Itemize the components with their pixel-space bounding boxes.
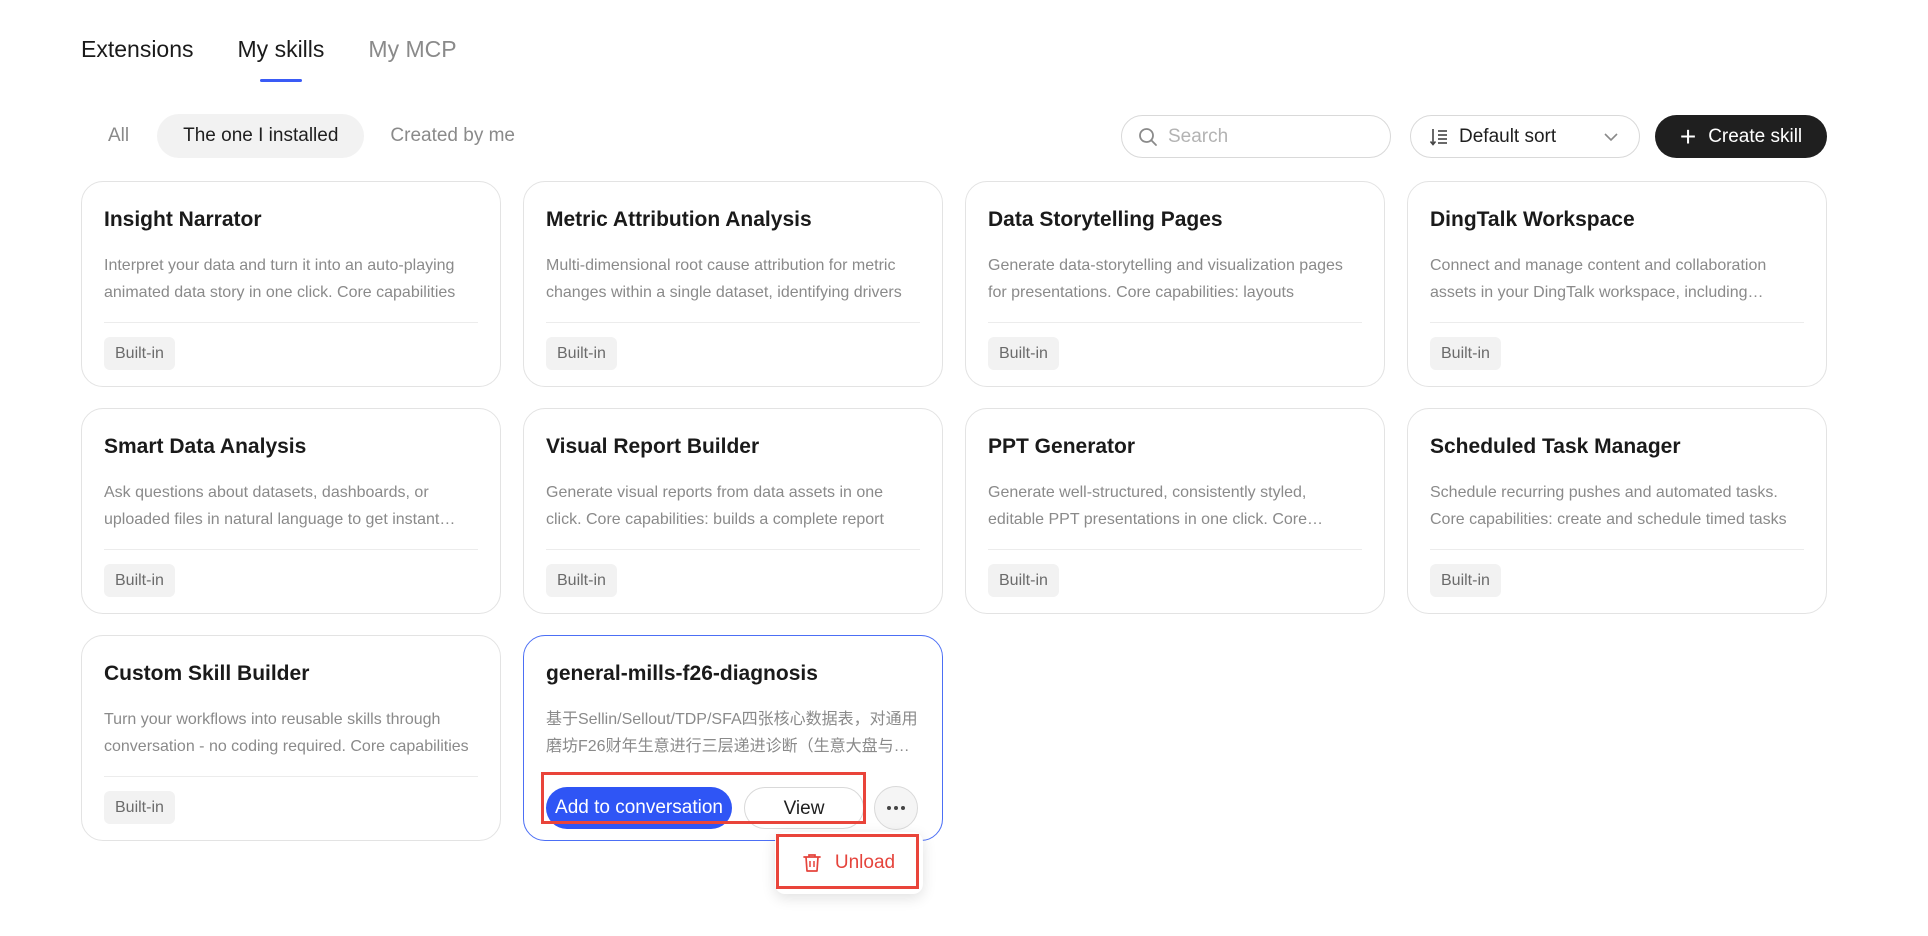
trash-icon: [803, 854, 821, 872]
built-in-badge: Built-in: [1430, 337, 1501, 370]
skill-name: Custom Skill Builder: [104, 662, 310, 685]
add-to-conversation-button[interactable]: Add to conversation: [546, 787, 732, 829]
skill-card[interactable]: Smart Data Analysis Ask questions about …: [81, 408, 501, 614]
skill-card[interactable]: Data Storytelling Pages Generate data-st…: [965, 181, 1385, 387]
card-divider: [104, 549, 478, 550]
filter-all[interactable]: All: [81, 114, 157, 158]
skill-description: Multi-dimensional root cause attribution…: [546, 257, 902, 301]
tab-my-mcp[interactable]: My MCP: [368, 36, 456, 82]
skill-name: general-mills-f26-diagnosis: [546, 662, 818, 685]
create-skill-button[interactable]: + Create skill: [1655, 115, 1827, 158]
card-divider: [104, 776, 478, 777]
more-options-menu: Unload: [775, 832, 923, 894]
view-button[interactable]: View: [744, 787, 864, 829]
top-tabs: Extensions My skills My MCP: [81, 36, 501, 82]
skill-name: Smart Data Analysis: [104, 435, 307, 458]
filter-bar: All The one I installed Created by me: [81, 114, 541, 158]
skill-description: Generate visual reports from data assets…: [546, 484, 884, 528]
search-input[interactable]: [1168, 125, 1368, 148]
card-divider: [1430, 549, 1804, 550]
ellipsis-icon: [887, 806, 905, 810]
extensions-title: Extensions: [81, 36, 194, 62]
skill-name: Visual Report Builder: [546, 435, 760, 458]
built-in-badge: Built-in: [104, 564, 175, 597]
tab-my-skills[interactable]: My skills: [238, 36, 324, 82]
skill-description: Schedule recurring pushes and automated …: [1430, 484, 1787, 528]
card-divider: [546, 549, 920, 550]
skill-name: Metric Attribution Analysis: [546, 208, 812, 231]
built-in-badge: Built-in: [546, 564, 617, 597]
sort-select[interactable]: Default sort: [1410, 115, 1640, 158]
skill-card[interactable]: Scheduled Task Manager Schedule recurrin…: [1407, 408, 1827, 614]
skill-card[interactable]: Custom Skill Builder Turn your workflows…: [81, 635, 501, 841]
create-skill-label: Create skill: [1708, 125, 1803, 147]
skill-card[interactable]: Visual Report Builder Generate visual re…: [523, 408, 943, 614]
card-divider: [1430, 322, 1804, 323]
unload-label: Unload: [834, 852, 896, 873]
built-in-badge: Built-in: [1430, 564, 1501, 597]
skill-card[interactable]: Insight Narrator Interpret your data and…: [81, 181, 501, 387]
unload-menu-item[interactable]: Unload: [803, 852, 895, 874]
chevron-down-icon: [1604, 132, 1618, 141]
search-box[interactable]: [1121, 115, 1391, 158]
skill-description: Connect and manage content and collabora…: [1430, 257, 1767, 301]
built-in-badge: Built-in: [546, 337, 617, 370]
sort-label: Default sort: [1459, 125, 1557, 147]
card-divider: [988, 322, 1362, 323]
card-divider: [546, 322, 920, 323]
more-options-button[interactable]: [874, 786, 918, 830]
built-in-badge: Built-in: [104, 791, 175, 824]
skill-description: Generate data-storytelling and visualiza…: [988, 257, 1343, 301]
skill-name: PPT Generator: [988, 435, 1136, 458]
skill-description: Generate well-structured, consistently s…: [988, 484, 1307, 528]
skill-name: Scheduled Task Manager: [1430, 435, 1681, 458]
filter-created-by-me[interactable]: Created by me: [364, 114, 541, 158]
plus-icon: +: [1679, 120, 1697, 152]
skill-card-selected[interactable]: general-mills-f26-diagnosis 基于Sellin/Sel…: [523, 635, 943, 841]
card-actions: Add to conversation View: [546, 786, 918, 830]
search-icon: [1139, 127, 1157, 146]
skill-name: DingTalk Workspace: [1430, 208, 1635, 231]
filter-installed[interactable]: The one I installed: [157, 114, 365, 158]
skill-card[interactable]: DingTalk Workspace Connect and manage co…: [1407, 181, 1827, 387]
skill-name: Insight Narrator: [104, 208, 262, 231]
skill-description: Interpret your data and turn it into an …: [104, 257, 456, 301]
built-in-badge: Built-in: [104, 337, 175, 370]
skill-name: Data Storytelling Pages: [988, 208, 1223, 231]
skill-description: Ask questions about datasets, dashboards…: [104, 484, 440, 528]
skill-description: Turn your workflows into reusable skills…: [104, 711, 469, 755]
built-in-badge: Built-in: [988, 337, 1059, 370]
built-in-badge: Built-in: [988, 564, 1059, 597]
card-divider: [988, 549, 1362, 550]
skill-card[interactable]: PPT Generator Generate well-structured, …: [965, 408, 1385, 614]
skill-description: 基于Sellin/Sellout/TDP/SFA四张核心数据表，对通用磨坊F26…: [546, 711, 918, 755]
sort-icon: [1429, 128, 1447, 146]
skill-card[interactable]: Metric Attribution Analysis Multi-dimens…: [523, 181, 943, 387]
card-divider: [104, 322, 478, 323]
